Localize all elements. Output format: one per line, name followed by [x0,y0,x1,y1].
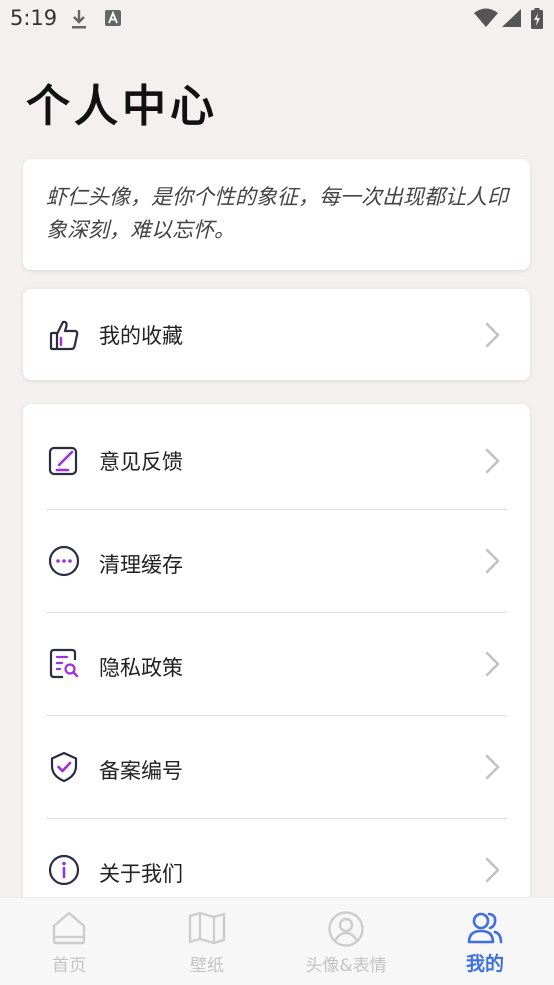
tab-label: 首页 [52,956,86,976]
tab-home[interactable]: 首页 [0,898,138,985]
chevron-right-icon [485,322,500,348]
chevron-right-icon [485,448,500,474]
tab-wallpaper[interactable]: 壁纸 [138,898,276,985]
home-icon [52,911,86,945]
menu-item-clear-cache[interactable]: 清理缓存 [23,510,530,613]
edit-icon [48,446,78,476]
status-time: 5:19 [10,6,58,30]
menu-item-label: 清理缓存 [99,553,183,577]
my-favorites-card[interactable]: 我的收藏 [23,289,530,380]
menu-item-feedback[interactable]: 意见反馈 [23,407,530,510]
status-bar: 5:19 [0,0,554,38]
tab-avatar-emoji[interactable]: 头像&表情 [277,898,415,985]
people-icon [467,912,503,944]
menu-item-label: 隐私政策 [99,656,183,680]
menu-item-label: 关于我们 [99,862,183,886]
slogan-card: 虾仁头像，是你个性的象征，每一次出现都让人印象深刻，难以忘怀。 [23,159,530,270]
user-circle-icon [328,911,364,947]
settings-menu-card: 意见反馈 清理缓存 隐私政策 备案编号 关于我们 [23,404,530,924]
chevron-right-icon [485,548,500,574]
info-icon [48,854,80,886]
shield-check-icon [50,751,78,783]
menu-item-icp-number[interactable]: 备案编号 [23,716,530,819]
battery-icon [531,8,543,29]
menu-item-label: 意见反馈 [99,450,183,474]
page-title: 个人中心 [26,81,218,132]
tab-mine[interactable]: 我的 [416,898,554,985]
document-search-icon [49,648,79,679]
download-icon [72,10,86,29]
signal-icon [502,9,521,27]
favorites-label: 我的收藏 [99,324,183,348]
menu-item-label: 备案编号 [99,759,183,783]
chevron-right-icon [485,754,500,780]
bottom-tab-bar: 首页 壁纸 头像&表情 我的 [0,897,554,985]
app-notification-icon [105,10,121,26]
chevron-right-icon [485,857,500,883]
map-icon [188,911,226,945]
menu-item-favorites[interactable]: 我的收藏 [23,289,530,380]
menu-item-privacy-policy[interactable]: 隐私政策 [23,613,530,716]
wifi-icon [474,8,498,27]
tab-label: 壁纸 [190,956,224,976]
thumbs-up-icon [49,320,79,351]
tab-label: 头像&表情 [305,956,387,976]
tab-label: 我的 [465,953,504,975]
slogan-text: 虾仁头像，是你个性的象征，每一次出现都让人印象深刻，难以忘怀。 [46,185,508,242]
more-dots-icon [48,545,80,577]
chevron-right-icon [485,651,500,677]
